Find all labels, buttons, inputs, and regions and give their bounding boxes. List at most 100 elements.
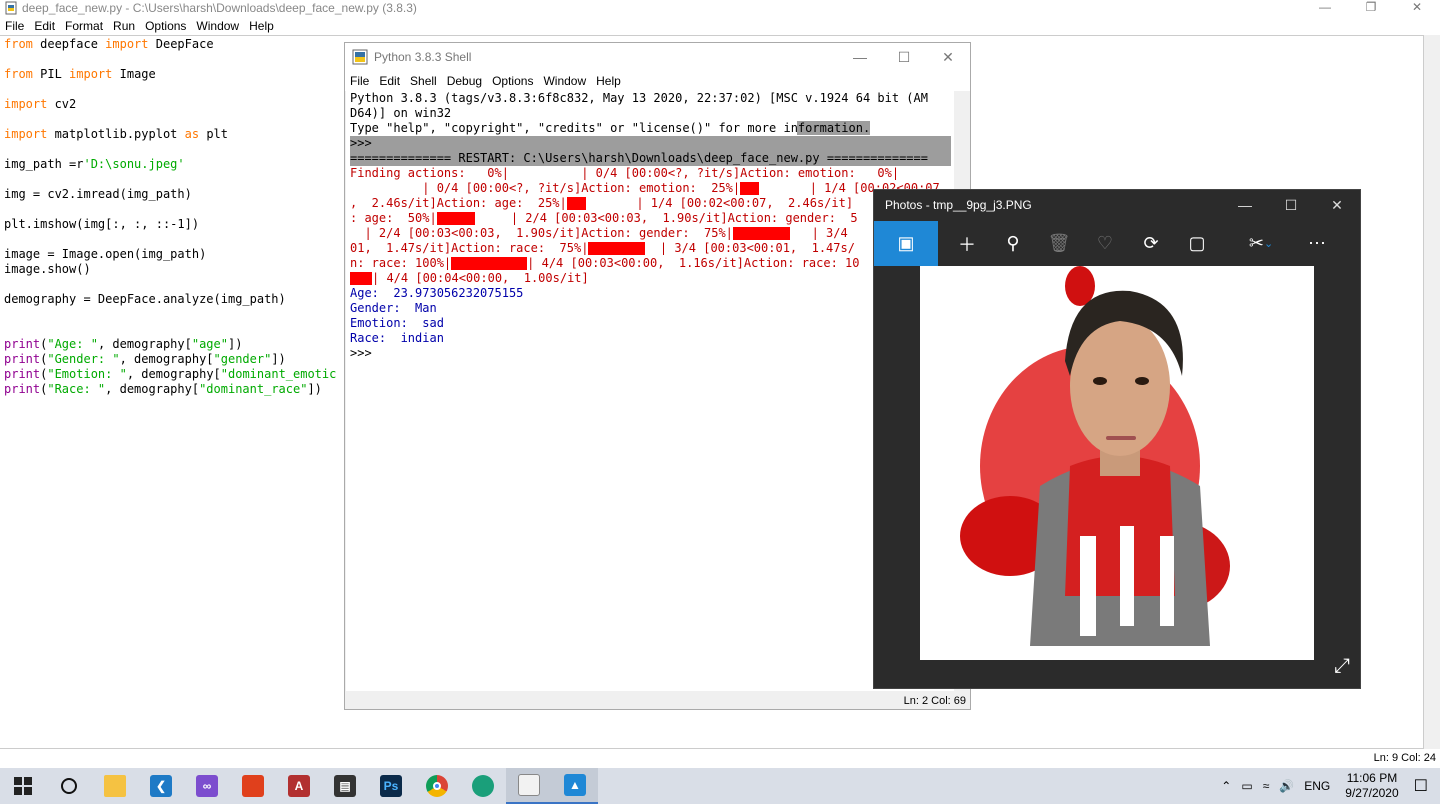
progress-bar [732,227,790,240]
code-line: print("Race: ", demography["dominant_rac… [4,382,322,396]
menu-shell[interactable]: Shell [405,71,442,91]
code-line: from PIL import Image [4,67,156,81]
code-line: print("Gender: ", demography["gender"]) [4,352,286,366]
file-explorer-app[interactable] [92,768,138,804]
chevron-up-icon[interactable]: ⌃ [1221,779,1231,793]
delete-icon[interactable]: 🗑 [1036,221,1082,266]
progress-bar [566,197,586,210]
menu-window[interactable]: Window [191,17,244,35]
photos-title-bar: Photos - tmp__9pg_j3.PNG — ☐ ✕ [874,190,1360,220]
language-indicator[interactable]: ENG [1304,779,1330,793]
shell-menu-bar: File Edit Shell Debug Options Window Hel… [345,71,970,91]
menu-window[interactable]: Window [538,71,591,91]
menu-edit[interactable]: Edit [29,17,60,35]
edge-icon [472,775,494,797]
maximize-button[interactable]: ☐ [1268,190,1314,220]
idle-app[interactable] [506,768,552,804]
menu-edit[interactable]: Edit [374,71,405,91]
menu-run[interactable]: Run [108,17,140,35]
close-button[interactable]: ✕ [1314,190,1360,220]
progress-bar [740,182,760,195]
close-button[interactable]: ✕ [1394,0,1440,14]
age-output: Age: 23.973056232075155 [350,286,524,300]
menu-debug[interactable]: Debug [442,71,487,91]
photos-window: Photos - tmp__9pg_j3.PNG — ☐ ✕ ▣ ＋ ⚲ 🗑 ♡… [873,189,1361,689]
vscode-app[interactable]: ❮ [138,768,184,804]
shell-output[interactable]: Python 3.8.3 (tags/v3.8.3:6f8c832, May 1… [346,91,955,691]
rotate-icon[interactable]: ⟳ [1128,221,1174,266]
access-app[interactable]: A [276,768,322,804]
see-all-photos-icon[interactable]: ▣ [874,221,938,266]
minimize-button[interactable]: — [1302,0,1348,14]
code-line: print("Emotion: ", demography["dominant_… [4,367,337,381]
python-idle-icon [518,774,540,796]
code-line: from deepface import DeepFace [4,37,214,51]
notification-icon[interactable]: ☐ [1414,776,1428,796]
visual-studio-icon: ∞ [196,775,218,797]
terminal-app[interactable]: ▤ [322,768,368,804]
shell-title-bar: Python 3.8.3 Shell — ☐ ✕ [345,43,970,71]
shell-line: Type "help", "copyright", "credits" or "… [350,121,871,135]
favorite-icon[interactable]: ♡ [1082,221,1128,266]
shell-line: Finding actions: 0%| | 0/4 [00:00<?, ?it… [350,166,900,180]
portrait-image [960,266,1230,646]
menu-file[interactable]: File [0,17,29,35]
photos-app[interactable]: ▲ [552,768,598,804]
shell-status-bar: Ln: 2 Col: 69 [903,695,966,707]
photoshop-app[interactable]: Ps [368,768,414,804]
search-button[interactable] [46,768,92,804]
visual-studio-app[interactable]: ∞ [184,768,230,804]
shell-window-controls: — ☐ ✕ [838,43,970,71]
volume-icon[interactable]: 🔊 [1279,779,1294,793]
chrome-app[interactable] [414,768,460,804]
edit-icon[interactable]: ✂ ⌄ [1238,221,1284,266]
add-icon[interactable]: ＋ [944,221,990,266]
close-button[interactable]: ✕ [926,43,970,71]
folder-icon [104,775,126,797]
search-circle-icon [61,778,77,794]
crop-icon[interactable]: ▢ [1174,221,1220,266]
minimize-button[interactable]: — [1222,190,1268,220]
code-line: img_path =r'D:\sonu.jpeg' [4,157,185,171]
menu-help[interactable]: Help [591,71,626,91]
office-app[interactable] [230,768,276,804]
editor-status-bar: Ln: 9 Col: 24 [1373,752,1436,764]
menu-file[interactable]: File [345,71,374,91]
clock[interactable]: 11:06 PM 9/27/2020 [1345,771,1398,801]
shell-restart-line: ============== RESTART: C:\Users\harsh\D… [350,151,951,166]
shell-line: | 4/4 [00:04<00:00, 1.00s/it] [350,271,951,286]
taskbar: ❮ ∞ A ▤ Ps ▲ ⌃ ▭ ≈ 🔊 ENG 11:06 PM 9/27/2… [0,768,1440,804]
editor-code[interactable]: from deepface import DeepFace from PIL i… [4,37,336,397]
shell-line: , 2.46s/it]Action: age: 25%| | 1/4 [00:0… [350,196,854,210]
maximize-button[interactable]: ☐ [882,43,926,71]
start-button[interactable] [0,768,46,804]
clock-date: 9/27/2020 [1345,786,1399,800]
menu-options[interactable]: Options [487,71,538,91]
shell-line: 01, 1.47s/it]Action: race: 75%| | 3/4 [0… [350,241,855,255]
code-line: import matplotlib.pyplot as plt [4,127,228,141]
photos-icon: ▲ [564,774,586,796]
maximize-button[interactable]: ❐ [1348,0,1394,14]
code-line: print("Age: ", demography["age"]) [4,337,243,351]
shell-line: | 0/4 [00:00<?, ?it/s]Action: emotion: 2… [350,181,940,195]
shell-prompt: >>> [350,346,379,360]
clock-time: 11:06 PM [1346,771,1398,785]
progress-bar [436,212,475,225]
editor-menu-bar: File Edit Format Run Options Window Help [0,17,279,35]
wifi-icon[interactable]: ≈ [1263,779,1270,793]
minimize-button[interactable]: — [838,43,882,71]
code-line: image.show() [4,262,91,276]
edge-app[interactable] [460,768,506,804]
race-output: Race: indian [350,331,444,345]
menu-options[interactable]: Options [140,17,191,35]
fullscreen-icon[interactable]: ⤢ [1334,655,1350,678]
zoom-icon[interactable]: ⚲ [990,221,1036,266]
battery-icon[interactable]: ▭ [1241,779,1252,793]
code-line: img = cv2.imread(img_path) [4,187,192,201]
more-icon[interactable]: ⋯ [1294,221,1340,266]
menu-format[interactable]: Format [60,17,108,35]
code-line: image = Image.open(img_path) [4,247,207,261]
menu-help[interactable]: Help [244,17,279,35]
vscode-icon: ❮ [150,775,172,797]
editor-scrollbar[interactable] [1424,35,1440,749]
